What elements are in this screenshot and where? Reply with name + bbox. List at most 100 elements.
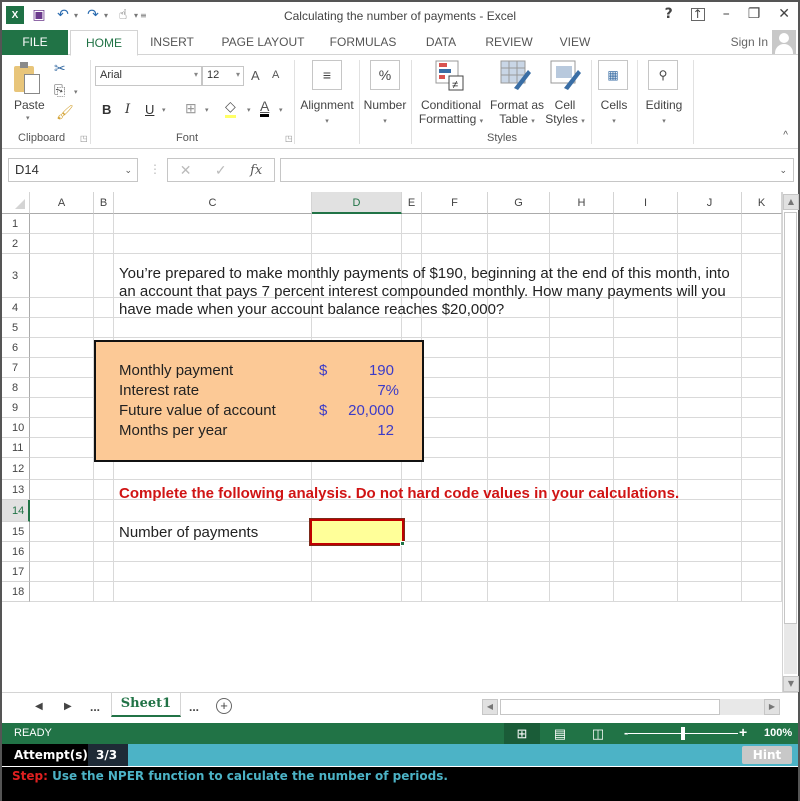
row-header-13[interactable]: 13 bbox=[2, 480, 30, 500]
vertical-scroll-thumb[interactable] bbox=[784, 212, 797, 624]
row-header-9[interactable]: 9 bbox=[2, 398, 30, 418]
font-color-button[interactable]: A bbox=[260, 98, 270, 117]
conditional-formatting-button[interactable]: Conditional Formatting ▾ bbox=[416, 98, 486, 129]
tab-data[interactable]: DATA bbox=[418, 30, 464, 55]
format-as-table-icon[interactable] bbox=[500, 60, 532, 92]
tab-formulas[interactable]: FORMULAS bbox=[324, 30, 402, 55]
hint-button[interactable]: Hint bbox=[742, 746, 792, 764]
row-header-8[interactable]: 8 bbox=[2, 378, 30, 398]
fill-color-icon[interactable]: ◇ bbox=[225, 98, 236, 118]
tab-review[interactable]: REVIEW bbox=[480, 30, 538, 55]
worksheet-grid[interactable]: A B C D E F G H I J K 1 2 3 4 5 6 7 8 9 10 11 12 13 14 15 16 17 18 bbox=[2, 192, 782, 692]
sheet-overflow-left[interactable]: ... bbox=[90, 700, 100, 714]
zoom-in-button[interactable]: + bbox=[739, 724, 747, 740]
font-name-select[interactable]: Arial ▾ bbox=[95, 66, 202, 86]
restore-icon[interactable]: ❐ bbox=[748, 6, 761, 22]
tab-file[interactable]: FILE bbox=[2, 30, 68, 55]
cut-icon[interactable]: ✂ bbox=[54, 60, 66, 77]
horizontal-scrollbar[interactable]: ◀ ▶ bbox=[482, 699, 782, 715]
row-header-2[interactable]: 2 bbox=[2, 234, 30, 254]
paste-dropdown-icon[interactable]: ▾ bbox=[26, 114, 30, 122]
scroll-down-icon[interactable]: ▼ bbox=[783, 676, 799, 692]
find-binoculars-icon[interactable]: ⚲ bbox=[648, 60, 678, 90]
italic-button[interactable]: I bbox=[125, 102, 130, 117]
row-header-11[interactable]: 11 bbox=[2, 438, 30, 458]
paste-button[interactable]: Paste bbox=[14, 98, 45, 112]
column-header-c[interactable]: C bbox=[114, 192, 312, 214]
zoom-level[interactable]: 100% bbox=[764, 727, 792, 739]
format-as-table-button[interactable]: Format as Table ▾ bbox=[488, 98, 546, 129]
scroll-right-icon[interactable]: ▶ bbox=[764, 699, 780, 715]
underline-button[interactable]: U bbox=[145, 102, 154, 117]
page-layout-view-icon[interactable]: ▤ bbox=[542, 723, 578, 744]
row-header-18[interactable]: 18 bbox=[2, 582, 30, 602]
fill-color-dropdown-icon[interactable]: ▾ bbox=[247, 106, 251, 114]
column-header-f[interactable]: F bbox=[422, 192, 488, 214]
avatar-icon[interactable] bbox=[772, 30, 796, 54]
column-header-e[interactable]: E bbox=[402, 192, 422, 214]
font-size-select[interactable]: 12 ▾ bbox=[202, 66, 244, 86]
cell-styles-button[interactable]: Cell Styles ▾ bbox=[542, 98, 588, 129]
help-icon[interactable]: ? bbox=[665, 6, 673, 22]
copy-icon[interactable]: ⎘ bbox=[54, 82, 65, 99]
formula-input[interactable]: ⌄ bbox=[280, 158, 794, 182]
column-header-k[interactable]: K bbox=[742, 192, 782, 214]
minimize-icon[interactable]: – bbox=[723, 6, 730, 22]
sheet-overflow-right[interactable]: ... bbox=[189, 700, 199, 714]
collapse-ribbon-icon[interactable]: ^ bbox=[783, 130, 788, 141]
row-header-6[interactable]: 6 bbox=[2, 338, 30, 358]
row-header-7[interactable]: 7 bbox=[2, 358, 30, 378]
font-launcher-icon[interactable]: ◳ bbox=[285, 134, 293, 143]
row-header-16[interactable]: 16 bbox=[2, 542, 30, 562]
column-header-b[interactable]: B bbox=[94, 192, 114, 214]
tab-home[interactable]: HOME bbox=[70, 30, 138, 56]
column-header-j[interactable]: J bbox=[678, 192, 742, 214]
tab-view[interactable]: VIEW bbox=[552, 30, 598, 55]
normal-view-icon[interactable]: ⊞ bbox=[504, 723, 540, 744]
next-sheet-icon[interactable]: ▶ bbox=[64, 701, 72, 712]
scroll-left-icon[interactable]: ◀ bbox=[482, 699, 498, 715]
row-header-3[interactable]: 3 bbox=[2, 254, 30, 298]
copy-dropdown-icon[interactable]: ▾ bbox=[74, 88, 78, 96]
cells-button[interactable]: Cells ▾ bbox=[592, 98, 636, 129]
number-button[interactable]: Number ▾ bbox=[360, 98, 410, 129]
sheet-tab-sheet1[interactable]: Sheet1 bbox=[111, 693, 181, 717]
grow-font-button[interactable]: A bbox=[251, 68, 260, 83]
bold-button[interactable]: B bbox=[102, 102, 111, 117]
borders-dropdown-icon[interactable]: ▾ bbox=[205, 106, 209, 114]
row-header-15[interactable]: 15 bbox=[2, 522, 30, 542]
paste-icon[interactable] bbox=[14, 62, 44, 96]
column-header-a[interactable]: A bbox=[30, 192, 94, 214]
percent-icon[interactable]: % bbox=[370, 60, 400, 90]
row-header-14[interactable]: 14 bbox=[2, 500, 30, 522]
cells-icon[interactable]: ▦ bbox=[598, 60, 628, 90]
row-header-10[interactable]: 10 bbox=[2, 418, 30, 438]
cancel-icon[interactable]: ✕ bbox=[180, 162, 192, 179]
underline-dropdown-icon[interactable]: ▾ bbox=[162, 106, 166, 114]
font-color-dropdown-icon[interactable]: ▾ bbox=[279, 106, 283, 114]
vertical-scroll-track[interactable] bbox=[784, 624, 797, 674]
vertical-scrollbar[interactable]: ▲ ▼ bbox=[782, 192, 799, 692]
tab-page-layout[interactable]: PAGE LAYOUT bbox=[214, 30, 312, 55]
zoom-slider-thumb[interactable] bbox=[681, 727, 685, 740]
new-sheet-icon[interactable]: + bbox=[216, 698, 232, 714]
row-header-17[interactable]: 17 bbox=[2, 562, 30, 582]
row-header-5[interactable]: 5 bbox=[2, 318, 30, 338]
close-icon[interactable]: ✕ bbox=[778, 6, 790, 22]
horizontal-scroll-thumb[interactable] bbox=[500, 699, 720, 715]
column-header-h[interactable]: H bbox=[550, 192, 614, 214]
format-painter-icon[interactable]: 🖌 bbox=[56, 104, 74, 121]
clipboard-launcher-icon[interactable]: ◳ bbox=[80, 134, 88, 143]
select-all-button[interactable] bbox=[2, 192, 30, 214]
conditional-formatting-icon[interactable]: ≠ bbox=[435, 60, 467, 92]
prev-sheet-icon[interactable]: ◀ bbox=[35, 701, 43, 712]
alignment-button[interactable]: Alignment ▾ bbox=[298, 98, 356, 129]
cell-styles-icon[interactable] bbox=[550, 60, 582, 92]
borders-icon[interactable]: ⊞ bbox=[185, 100, 197, 117]
ribbon-display-icon[interactable]: ↑ bbox=[690, 8, 705, 21]
horizontal-scroll-track[interactable] bbox=[720, 699, 764, 715]
shrink-font-button[interactable]: A bbox=[272, 69, 279, 81]
formula-bar-grip[interactable]: ⋮ bbox=[149, 162, 161, 176]
row-header-1[interactable]: 1 bbox=[2, 214, 30, 234]
column-header-i[interactable]: I bbox=[614, 192, 678, 214]
